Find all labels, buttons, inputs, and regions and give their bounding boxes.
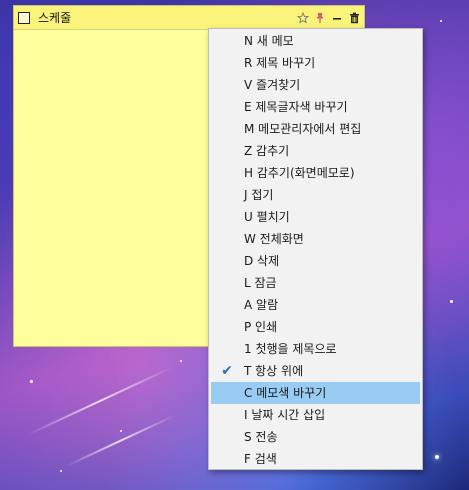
menu-item-label: R 제목 바꾸기 bbox=[244, 56, 316, 70]
note-menu-icon[interactable] bbox=[18, 11, 30, 24]
menu-item-change-memo-color[interactable]: C 메모색 바꾸기 bbox=[211, 382, 420, 404]
check-icon bbox=[219, 140, 235, 162]
menu-item-send[interactable]: S 전송 bbox=[211, 426, 420, 448]
menu-item-label: F 검색 bbox=[244, 452, 277, 466]
minimize-icon[interactable] bbox=[330, 11, 344, 25]
menu-item-edit-in-manager[interactable]: M 메모관리자에서 편집 bbox=[211, 118, 420, 140]
context-menu: N 새 메모 R 제목 바꾸기 V 즐겨찾기 E 제목글자색 바꾸기 M 메모관… bbox=[208, 28, 423, 470]
star-outline-icon[interactable] bbox=[296, 11, 310, 25]
check-icon bbox=[219, 316, 235, 338]
menu-item-label: C 메모색 바꾸기 bbox=[244, 386, 327, 400]
check-icon bbox=[219, 404, 235, 426]
menu-item-label: T 항상 위에 bbox=[244, 364, 304, 378]
menu-item-label: U 펼치기 bbox=[244, 210, 290, 224]
menu-item-label: L 잠금 bbox=[244, 276, 277, 290]
check-icon bbox=[219, 206, 235, 228]
menu-item-unfold[interactable]: U 펼치기 bbox=[211, 206, 420, 228]
check-icon bbox=[219, 162, 235, 184]
pin-icon[interactable] bbox=[313, 11, 327, 25]
star-decoration bbox=[60, 470, 62, 472]
check-icon bbox=[219, 382, 235, 404]
check-icon bbox=[219, 228, 235, 250]
light-streak bbox=[65, 414, 175, 468]
menu-item-label: H 감추기(화면메모로) bbox=[244, 166, 355, 180]
menu-item-fullscreen[interactable]: W 전체화면 bbox=[211, 228, 420, 250]
check-icon bbox=[219, 118, 235, 140]
check-icon bbox=[219, 96, 235, 118]
check-icon bbox=[219, 294, 235, 316]
menu-item-rename-title[interactable]: R 제목 바꾸기 bbox=[211, 52, 420, 74]
check-icon bbox=[219, 250, 235, 272]
star-decoration bbox=[435, 455, 439, 459]
menu-item-search[interactable]: F 검색 bbox=[211, 448, 420, 470]
check-icon bbox=[219, 184, 235, 206]
menu-item-always-on-top[interactable]: ✔ T 항상 위에 bbox=[211, 360, 420, 382]
check-icon bbox=[219, 426, 235, 448]
menu-item-label: E 제목글자색 바꾸기 bbox=[244, 100, 348, 114]
menu-item-new-memo[interactable]: N 새 메모 bbox=[211, 30, 420, 52]
menu-item-fold[interactable]: J 접기 bbox=[211, 184, 420, 206]
menu-item-label: J 접기 bbox=[244, 188, 274, 202]
menu-item-label: Z 감추기 bbox=[244, 144, 290, 158]
check-icon bbox=[219, 448, 235, 470]
menu-item-hide[interactable]: Z 감추기 bbox=[211, 140, 420, 162]
menu-item-first-line-as-title[interactable]: 1 첫행을 제목으로 bbox=[211, 338, 420, 360]
star-decoration bbox=[120, 430, 122, 432]
check-icon bbox=[219, 74, 235, 96]
menu-item-delete[interactable]: D 삭제 bbox=[211, 250, 420, 272]
menu-item-alarm[interactable]: A 알람 bbox=[211, 294, 420, 316]
note-titlebar[interactable]: 스케줄 bbox=[14, 6, 364, 30]
menu-item-label: M 메모관리자에서 편집 bbox=[244, 122, 362, 136]
star-decoration bbox=[440, 20, 442, 22]
star-decoration bbox=[30, 380, 33, 383]
checkmark-icon: ✔ bbox=[221, 363, 233, 379]
menu-item-label: W 전체화면 bbox=[244, 232, 304, 246]
menu-item-label: 1 첫행을 제목으로 bbox=[244, 342, 337, 356]
menu-item-label: S 전송 bbox=[244, 430, 278, 444]
menu-item-label: V 즐겨찾기 bbox=[244, 78, 301, 92]
menu-item-hide-to-screen-memo[interactable]: H 감추기(화면메모로) bbox=[211, 162, 420, 184]
menu-item-lock[interactable]: L 잠금 bbox=[211, 272, 420, 294]
menu-item-print[interactable]: P 인쇄 bbox=[211, 316, 420, 338]
star-decoration bbox=[180, 360, 182, 362]
note-title[interactable]: 스케줄 bbox=[38, 9, 296, 26]
menu-item-label: A 알람 bbox=[244, 298, 279, 312]
menu-item-label: I 날짜 시간 삽입 bbox=[244, 408, 326, 422]
menu-item-insert-datetime[interactable]: I 날짜 시간 삽입 bbox=[211, 404, 420, 426]
check-icon bbox=[219, 272, 235, 294]
menu-item-label: D 삭제 bbox=[244, 254, 280, 268]
menu-item-title-color[interactable]: E 제목글자색 바꾸기 bbox=[211, 96, 420, 118]
check-icon bbox=[219, 52, 235, 74]
menu-item-favorite[interactable]: V 즐겨찾기 bbox=[211, 74, 420, 96]
check-icon bbox=[219, 338, 235, 360]
star-decoration bbox=[450, 300, 453, 303]
trash-icon[interactable] bbox=[347, 11, 361, 25]
check-icon bbox=[219, 30, 235, 52]
menu-item-label: N 새 메모 bbox=[244, 34, 294, 48]
menu-item-label: P 인쇄 bbox=[244, 320, 278, 334]
